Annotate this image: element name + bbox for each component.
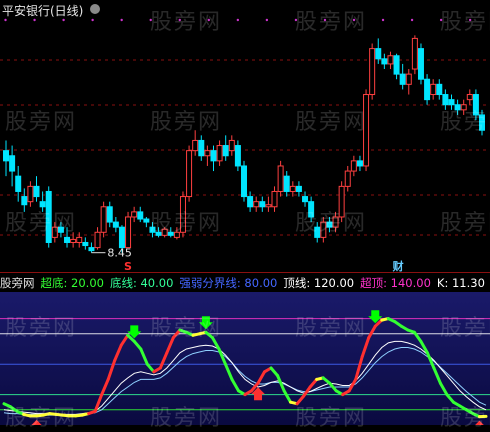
candle-body — [101, 207, 106, 233]
watermark: 股旁网 — [5, 400, 77, 432]
watermark: 股旁网 — [440, 310, 490, 342]
watermark: 股旁网 — [150, 205, 222, 237]
watermark: 股旁网 — [150, 104, 222, 136]
candle-body — [406, 74, 411, 84]
candle-body — [34, 186, 39, 196]
candle-body — [400, 74, 405, 84]
candle-body — [345, 171, 350, 186]
legend-item: K: 11.30 — [437, 276, 485, 290]
candle-body — [382, 59, 387, 64]
candle-body — [254, 202, 259, 207]
candle-body — [22, 197, 27, 205]
candle-body — [217, 146, 222, 161]
candle-body — [10, 156, 15, 171]
signal-dot — [33, 19, 35, 21]
candle-body — [278, 166, 283, 192]
candle-body — [132, 212, 137, 217]
candle-body — [4, 151, 9, 161]
candle-body — [351, 161, 356, 171]
event-marker: S — [124, 260, 132, 272]
candle-body — [284, 176, 289, 191]
candle-body — [138, 212, 143, 219]
watermark: 股旁网 — [295, 400, 367, 432]
signal-dot — [91, 19, 93, 21]
candle-body — [205, 151, 210, 156]
price-annotation: 8.45 — [107, 247, 132, 260]
candle-body — [425, 79, 430, 99]
candle-body — [388, 56, 393, 64]
candle-body — [437, 84, 442, 94]
signal-dot — [266, 19, 268, 21]
watermark: 股旁网 — [150, 4, 222, 36]
watermark: 股旁网 — [295, 205, 367, 237]
watermark: 股旁网 — [440, 400, 490, 432]
candle-body — [211, 151, 216, 161]
legend-item: 顶线: 120.00 — [283, 276, 354, 290]
watermark: 股旁网 — [150, 310, 222, 342]
candle-body — [95, 232, 100, 247]
candle-body — [412, 38, 417, 69]
chart-title: 平安银行(日线) — [2, 2, 83, 19]
signal-dot — [382, 19, 384, 21]
candle-body — [126, 217, 131, 248]
legend-item: 强弱分界线: 80.00 — [179, 276, 277, 290]
legend-item: 超底: 20.00 — [41, 276, 104, 290]
indicator-legend: 股旁网超底: 20.00 底线: 40.00 强弱分界线: 80.00 顶线: 120… — [0, 274, 490, 292]
watermark: 股旁网 — [440, 4, 490, 36]
candle-body — [266, 205, 271, 207]
signal-dot — [237, 19, 239, 21]
candle-body — [107, 207, 112, 222]
candle-body — [290, 186, 295, 191]
candle-body — [119, 227, 124, 247]
candle-body — [71, 239, 76, 242]
panel-divider — [0, 272, 490, 273]
candle-body — [370, 49, 375, 95]
candle-body — [431, 84, 436, 94]
watermark: 股旁网 — [440, 104, 490, 136]
candle-body — [242, 166, 247, 197]
candle-body — [28, 186, 33, 201]
candle-body — [357, 161, 362, 166]
candle-body — [272, 191, 277, 206]
signal-dot — [120, 19, 122, 21]
candle-body — [193, 140, 198, 150]
watermark: 股旁网 — [295, 4, 367, 36]
candle-body — [229, 140, 234, 150]
candle-body — [199, 140, 204, 155]
candle-body — [418, 49, 423, 80]
event-marker: 财 — [392, 259, 404, 272]
legend-item: 超顶: 140.00 — [360, 276, 431, 290]
candle-body — [113, 222, 118, 227]
signal-dot — [4, 19, 6, 21]
candle-body — [260, 202, 265, 207]
legend-item: 底线: 40.00 — [110, 276, 173, 290]
candle-body — [467, 95, 472, 100]
signal-dot — [62, 19, 64, 21]
watermark: 股旁网 — [150, 400, 222, 432]
candle-body — [65, 237, 70, 242]
candle-body — [296, 186, 301, 191]
candle-body — [83, 242, 88, 245]
candle-body — [16, 176, 21, 191]
candle-body — [89, 248, 94, 251]
settings-dot-icon[interactable] — [90, 4, 100, 14]
candle-body — [77, 237, 82, 242]
legend-item: 股旁网 — [0, 276, 35, 290]
candle-body — [394, 56, 399, 74]
candle-body — [248, 197, 253, 207]
candle-body — [187, 151, 192, 197]
watermark: 股旁网 — [5, 104, 77, 136]
watermark: 股旁网 — [5, 310, 77, 342]
candle-body — [303, 197, 308, 202]
candle-body — [144, 219, 149, 222]
watermark: 股旁网 — [295, 310, 367, 342]
watermark: 股旁网 — [5, 205, 77, 237]
candle-body — [376, 49, 381, 59]
candle-body — [223, 146, 228, 156]
signal-dot — [411, 19, 413, 21]
watermark: 股旁网 — [295, 104, 367, 136]
watermark: 股旁网 — [440, 205, 490, 237]
candle-body — [235, 146, 240, 166]
